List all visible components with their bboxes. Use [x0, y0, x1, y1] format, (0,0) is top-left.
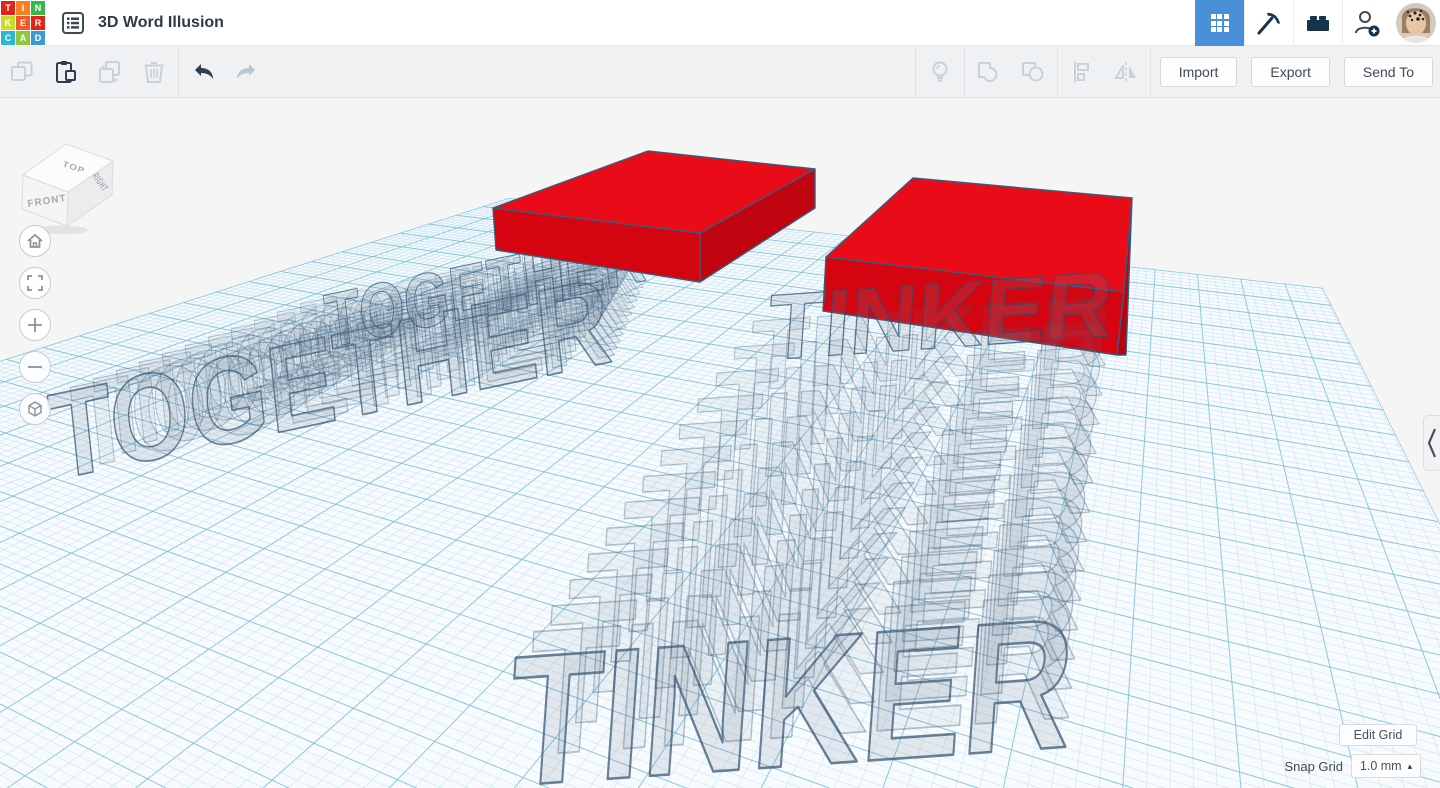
group-button[interactable] [967, 46, 1011, 98]
toolbar-separator [963, 45, 965, 98]
app-header: T I N K E R C A D 3D Word Illusion [0, 0, 1440, 46]
scene-canvas: TOGETHER TINKER [0, 150, 1440, 788]
logo-tile: N [31, 0, 45, 15]
duplicate-button[interactable] [88, 46, 132, 98]
send-to-button[interactable]: Send To [1343, 56, 1433, 87]
3d-viewport[interactable]: TOGETHER TINKER [0, 98, 1440, 788]
toolbar-separator [178, 45, 179, 98]
redo-button[interactable] [225, 46, 269, 98]
snap-grid-value: 1.0 mm [1359, 759, 1402, 773]
snap-grid-label: Snap Grid [1284, 758, 1343, 774]
grid-icon [1210, 14, 1229, 32]
toolbar-separator [914, 45, 916, 98]
delete-button[interactable] [132, 46, 176, 98]
tinkercad-logo[interactable]: T I N K E R C A D [0, 0, 46, 46]
zoom-in-button[interactable] [19, 309, 51, 341]
logo-tile: I [16, 0, 30, 15]
logo-tile: C [1, 30, 15, 45]
pickaxe-icon [1257, 12, 1280, 35]
snap-grid-select[interactable]: 1.0 mm ▴ [1351, 754, 1421, 778]
panel-collapse-tab[interactable] [1423, 415, 1440, 471]
logo-tile: A [16, 30, 30, 45]
home-view-button[interactable] [19, 225, 51, 257]
logo-tile: D [31, 30, 45, 45]
brick-icon [1307, 16, 1329, 31]
edit-toolbar: Import Export Send To [0, 45, 1440, 98]
dashboard-grid-button[interactable] [1195, 0, 1244, 46]
toolbar-separator [1056, 45, 1058, 98]
align-button[interactable] [1060, 46, 1104, 98]
ungroup-button[interactable] [1011, 46, 1055, 98]
import-button[interactable]: Import [1159, 56, 1238, 87]
copy-button[interactable] [0, 46, 44, 98]
paste-button[interactable] [44, 46, 88, 98]
undo-button[interactable] [181, 46, 225, 98]
export-button[interactable]: Export [1251, 56, 1330, 87]
logo-tile: E [16, 15, 30, 30]
brick-export-button[interactable] [1293, 0, 1342, 46]
logo-tile: R [31, 15, 45, 30]
logo-tile: K [1, 15, 15, 30]
invite-people-button[interactable] [1342, 0, 1391, 46]
show-all-button[interactable] [918, 46, 962, 98]
chevron-left-icon [1427, 428, 1437, 458]
perspective-toggle-button[interactable] [19, 393, 51, 425]
mirror-button[interactable] [1104, 46, 1148, 98]
view-navigation [19, 225, 51, 425]
user-avatar[interactable] [1391, 0, 1440, 46]
edit-grid-button[interactable]: Edit Grid [1339, 724, 1417, 746]
add-person-icon [1355, 11, 1380, 37]
fit-view-button[interactable] [19, 267, 51, 299]
design-title: 3D Word Illusion [98, 13, 224, 31]
toolbar-separator [1149, 45, 1151, 98]
logo-tile: T [1, 0, 15, 15]
view-cube[interactable]: TOP FRONT RIGHT [6, 114, 126, 234]
minecraft-export-button[interactable] [1244, 0, 1293, 46]
design-properties-icon[interactable] [60, 10, 86, 36]
caret-up-icon: ▴ [1407, 760, 1413, 771]
zoom-out-button[interactable] [19, 351, 51, 383]
